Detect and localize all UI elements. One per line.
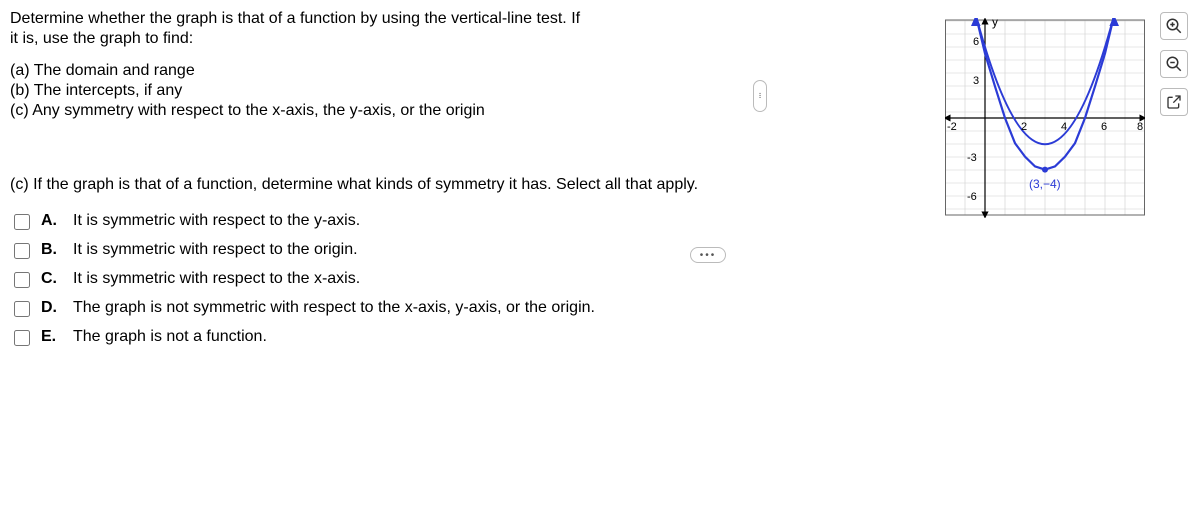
open-external-button[interactable] [1160, 88, 1188, 116]
ytick-n6: -6 [967, 191, 977, 203]
option-a-checkbox[interactable] [14, 214, 30, 230]
option-b-checkbox[interactable] [14, 243, 30, 259]
question-c-text: (c) If the graph is that of a function, … [10, 176, 770, 194]
expand-side-button[interactable]: ··· [753, 80, 767, 112]
xtick-p2: 2 [1021, 121, 1027, 133]
options-group: A. It is symmetric with respect to the y… [10, 212, 770, 349]
option-a-text: It is symmetric with respect to the y-ax… [73, 212, 360, 230]
expand-mid-button[interactable]: ••• [690, 247, 726, 263]
option-d-letter: D. [41, 299, 59, 317]
xtick-p8: 8 [1137, 121, 1143, 133]
ytick-n3: -3 [967, 152, 977, 164]
option-b-row: B. It is symmetric with respect to the o… [10, 241, 770, 262]
option-d-checkbox[interactable] [14, 301, 30, 317]
xtick-n2: -2 [947, 121, 957, 133]
zoom-out-button[interactable] [1160, 50, 1188, 78]
ytick-p3: 3 [973, 75, 979, 87]
option-a-row: A. It is symmetric with respect to the y… [10, 212, 770, 233]
option-e-letter: E. [41, 328, 59, 346]
subpart-c: (c) Any symmetry with respect to the x-a… [10, 102, 770, 120]
subpart-a: (a) The domain and range [10, 62, 770, 80]
option-c-row: C. It is symmetric with respect to the x… [10, 270, 770, 291]
y-axis-label: y [992, 18, 998, 29]
prompt-line-2: it is, use the graph to find: [10, 30, 770, 48]
option-b-text: It is symmetric with respect to the orig… [73, 241, 358, 259]
option-c-checkbox[interactable] [14, 272, 30, 288]
prompt-line-1: Determine whether the graph is that of a… [10, 10, 770, 28]
zoom-in-button[interactable] [1160, 12, 1188, 40]
xtick-p6: 6 [1101, 121, 1107, 133]
option-e-row: E. The graph is not a function. [10, 328, 770, 349]
graph-figure: -2 2 4 6 8 6 3 -3 -6 y x (3,−4) [945, 18, 1145, 218]
option-d-text: The graph is not symmetric with respect … [73, 299, 595, 317]
option-a-letter: A. [41, 212, 59, 230]
option-c-letter: C. [41, 270, 59, 288]
option-c-text: It is symmetric with respect to the x-ax… [73, 270, 360, 288]
vertex-label: (3,−4) [1029, 177, 1061, 191]
option-d-row: D. The graph is not symmetric with respe… [10, 299, 770, 320]
subparts: (a) The domain and range (b) The interce… [10, 62, 770, 120]
xtick-p4: 4 [1061, 121, 1067, 133]
ytick-p6: 6 [973, 36, 979, 48]
option-e-text: The graph is not a function. [73, 328, 267, 346]
option-e-checkbox[interactable] [14, 330, 30, 346]
question-content: Determine whether the graph is that of a… [0, 0, 780, 365]
option-b-letter: B. [41, 241, 59, 259]
subpart-b: (b) The intercepts, if any [10, 82, 770, 100]
graph-tools [1158, 12, 1190, 116]
